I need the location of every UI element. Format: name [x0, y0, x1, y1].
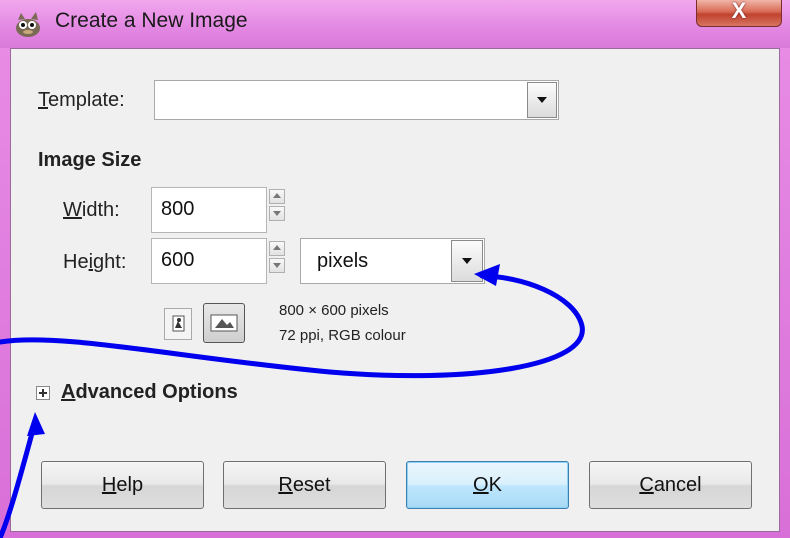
gimp-wilber-icon — [16, 12, 40, 37]
arrow-down-icon — [273, 211, 281, 216]
portrait-icon — [172, 315, 185, 332]
width-increment-button[interactable] — [269, 189, 285, 204]
height-increment-button[interactable] — [269, 241, 285, 256]
landscape-button[interactable] — [203, 303, 245, 343]
reset-button[interactable]: Reset — [223, 461, 386, 509]
arrow-down-icon — [273, 263, 281, 268]
units-combo[interactable]: pixels — [300, 238, 485, 284]
expander-plus-icon[interactable] — [36, 386, 50, 400]
ok-button[interactable]: OK — [406, 461, 569, 509]
close-icon: X — [731, 0, 747, 23]
width-input[interactable]: 800 — [151, 187, 267, 233]
dialog-body: Template: Image Size Width: 800 Height: … — [10, 48, 780, 532]
arrow-up-icon — [273, 193, 281, 198]
arrow-up-icon — [273, 245, 281, 250]
portrait-button[interactable] — [164, 308, 192, 340]
window-title: Create a New Image — [55, 9, 248, 32]
height-decrement-button[interactable] — [269, 258, 285, 273]
chevron-down-icon — [462, 258, 472, 264]
image-size-heading: Image Size — [38, 149, 142, 171]
height-label: Height: — [63, 251, 127, 273]
help-button[interactable]: Help — [41, 461, 204, 509]
landscape-icon — [210, 314, 238, 332]
ok-button-label: OK — [473, 474, 502, 496]
reset-button-label: Reset — [278, 474, 331, 496]
width-decrement-button[interactable] — [269, 206, 285, 221]
advanced-options-expander[interactable]: Advanced Options — [61, 381, 238, 404]
cancel-button[interactable]: Cancel — [589, 461, 752, 509]
template-dropdown-button[interactable] — [527, 82, 557, 118]
units-value: pixels — [317, 250, 369, 272]
chevron-down-icon — [537, 97, 547, 103]
cancel-button-label: Cancel — [639, 474, 702, 496]
units-dropdown-button[interactable] — [451, 240, 483, 282]
width-stepper[interactable] — [269, 189, 285, 221]
height-input[interactable]: 600 — [151, 238, 267, 284]
width-value: 800 — [161, 198, 195, 220]
width-label: Width: — [63, 199, 120, 221]
image-size-info: 800 × 600 pixels — [279, 302, 389, 319]
image-resolution-info: 72 ppi, RGB colour — [279, 327, 406, 344]
template-label: Template: — [38, 89, 125, 111]
help-button-label: Help — [101, 474, 144, 496]
height-stepper[interactable] — [269, 241, 285, 273]
height-value: 600 — [161, 249, 195, 271]
title-bar[interactable]: Create a New Image X — [0, 0, 790, 48]
template-combo[interactable] — [154, 80, 559, 120]
close-button[interactable]: X — [696, 0, 782, 27]
